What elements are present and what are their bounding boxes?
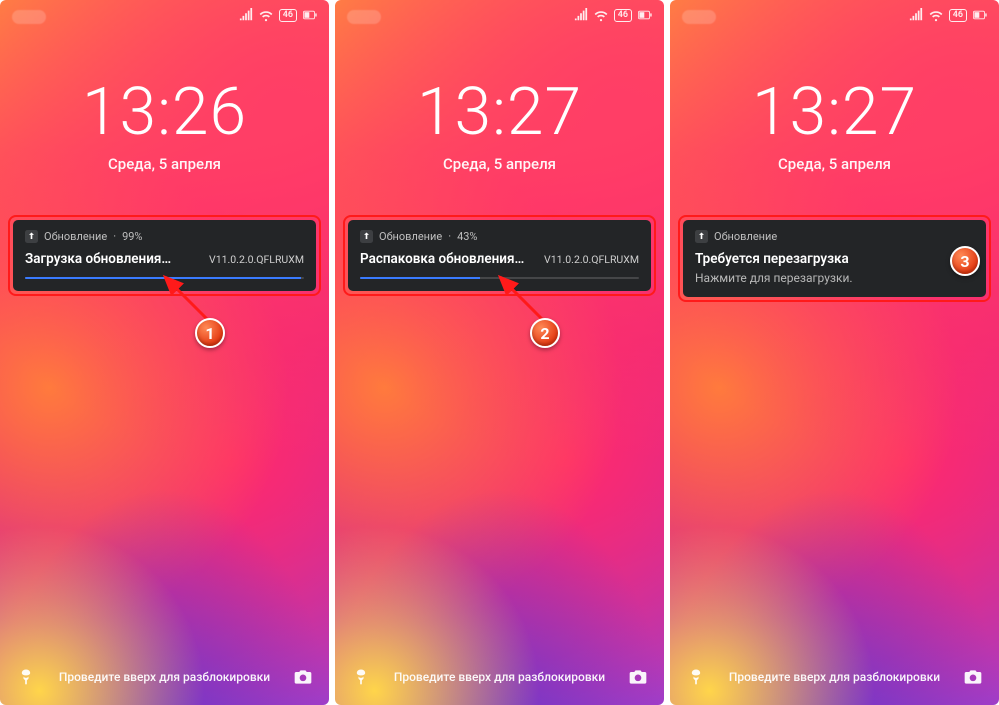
signal-icon bbox=[574, 8, 588, 22]
notif-version: V11.0.2.0.QFLRUXM bbox=[209, 253, 304, 266]
notification-highlight: Обновление · 43% Распаковка обновления… … bbox=[343, 215, 656, 296]
lockscreen-date: Среда, 5 апреля bbox=[670, 155, 999, 173]
bottom-bar: Проведите вверх для разблокировки bbox=[335, 667, 664, 687]
lockscreen-date: Среда, 5 апреля bbox=[0, 155, 329, 173]
battery-label: 46 bbox=[279, 9, 297, 22]
update-notification[interactable]: Обновление · 99% Загрузка обновления… V1… bbox=[13, 220, 316, 291]
unlock-hint: Проведите вверх для разблокировки bbox=[59, 670, 270, 684]
bottom-bar: Проведите вверх для разблокировки bbox=[670, 667, 999, 687]
carrier-blur bbox=[347, 10, 381, 24]
battery-icon bbox=[973, 8, 987, 22]
clock-block: 13:27 Среда, 5 апреля bbox=[335, 74, 664, 173]
notif-version: V11.0.2.0.QFLRUXM bbox=[544, 253, 639, 266]
bottom-bar: Проведите вверх для разблокировки bbox=[0, 667, 329, 687]
clock-block: 13:26 Среда, 5 апреля bbox=[0, 74, 329, 173]
notif-subtitle: Нажмите для перезагрузки. bbox=[695, 271, 974, 285]
notif-app-name: Обновление bbox=[379, 230, 442, 243]
notif-percent: 99% bbox=[122, 230, 142, 243]
status-bar: 46 bbox=[239, 8, 317, 22]
wifi-icon bbox=[929, 8, 943, 22]
notif-app-name: Обновление bbox=[714, 230, 777, 243]
progress-bar bbox=[360, 277, 639, 279]
flashlight-icon[interactable] bbox=[686, 667, 706, 687]
notification-highlight: Обновление · 99% Загрузка обновления… V1… bbox=[8, 215, 321, 296]
carrier-blur bbox=[682, 10, 716, 24]
notif-percent: 43% bbox=[457, 230, 477, 243]
notif-title: Загрузка обновления… bbox=[25, 251, 171, 267]
wifi-icon bbox=[259, 8, 273, 22]
signal-icon bbox=[909, 8, 923, 22]
update-notification[interactable]: Обновление · 43% Распаковка обновления… … bbox=[348, 220, 651, 291]
camera-icon[interactable] bbox=[628, 667, 648, 687]
lockscreen-time: 13:27 bbox=[335, 74, 664, 151]
clock-block: 13:27 Среда, 5 апреля bbox=[670, 74, 999, 173]
camera-icon[interactable] bbox=[293, 667, 313, 687]
update-app-icon bbox=[695, 230, 708, 243]
notif-title: Требуется перезагрузка bbox=[695, 251, 849, 267]
flashlight-icon[interactable] bbox=[351, 667, 371, 687]
annotation-badge-2: 2 bbox=[530, 318, 560, 348]
battery-icon bbox=[303, 8, 317, 22]
wifi-icon bbox=[594, 8, 608, 22]
battery-icon bbox=[638, 8, 652, 22]
lockscreen-2: 46 13:27 Среда, 5 апреля Обновление · 43… bbox=[335, 0, 664, 705]
unlock-hint: Проведите вверх для разблокировки bbox=[394, 670, 605, 684]
lockscreen-1: 46 13:26 Среда, 5 апреля Обновление · 99… bbox=[0, 0, 329, 705]
status-bar: 46 bbox=[574, 8, 652, 22]
update-notification[interactable]: Обновление Требуется перезагрузка Нажмит… bbox=[683, 220, 986, 297]
lockscreen-time: 13:27 bbox=[670, 74, 999, 151]
update-app-icon bbox=[25, 230, 38, 243]
status-bar: 46 bbox=[909, 8, 987, 22]
unlock-hint: Проведите вверх для разблокировки bbox=[729, 670, 940, 684]
progress-bar bbox=[25, 277, 304, 279]
signal-icon bbox=[239, 8, 253, 22]
notif-app-name: Обновление bbox=[44, 230, 107, 243]
carrier-blur bbox=[12, 10, 46, 24]
notification-highlight: Обновление Требуется перезагрузка Нажмит… bbox=[678, 215, 991, 302]
battery-label: 46 bbox=[949, 9, 967, 22]
battery-label: 46 bbox=[614, 9, 632, 22]
lockscreen-time: 13:26 bbox=[0, 74, 329, 151]
annotation-badge-3: 3 bbox=[950, 246, 980, 276]
lockscreen-3: 46 13:27 Среда, 5 апреля Обновление Треб… bbox=[670, 0, 999, 705]
notif-title: Распаковка обновления… bbox=[360, 251, 524, 267]
flashlight-icon[interactable] bbox=[16, 667, 36, 687]
camera-icon[interactable] bbox=[963, 667, 983, 687]
lockscreen-date: Среда, 5 апреля bbox=[335, 155, 664, 173]
annotation-badge-1: 1 bbox=[195, 318, 225, 348]
update-app-icon bbox=[360, 230, 373, 243]
